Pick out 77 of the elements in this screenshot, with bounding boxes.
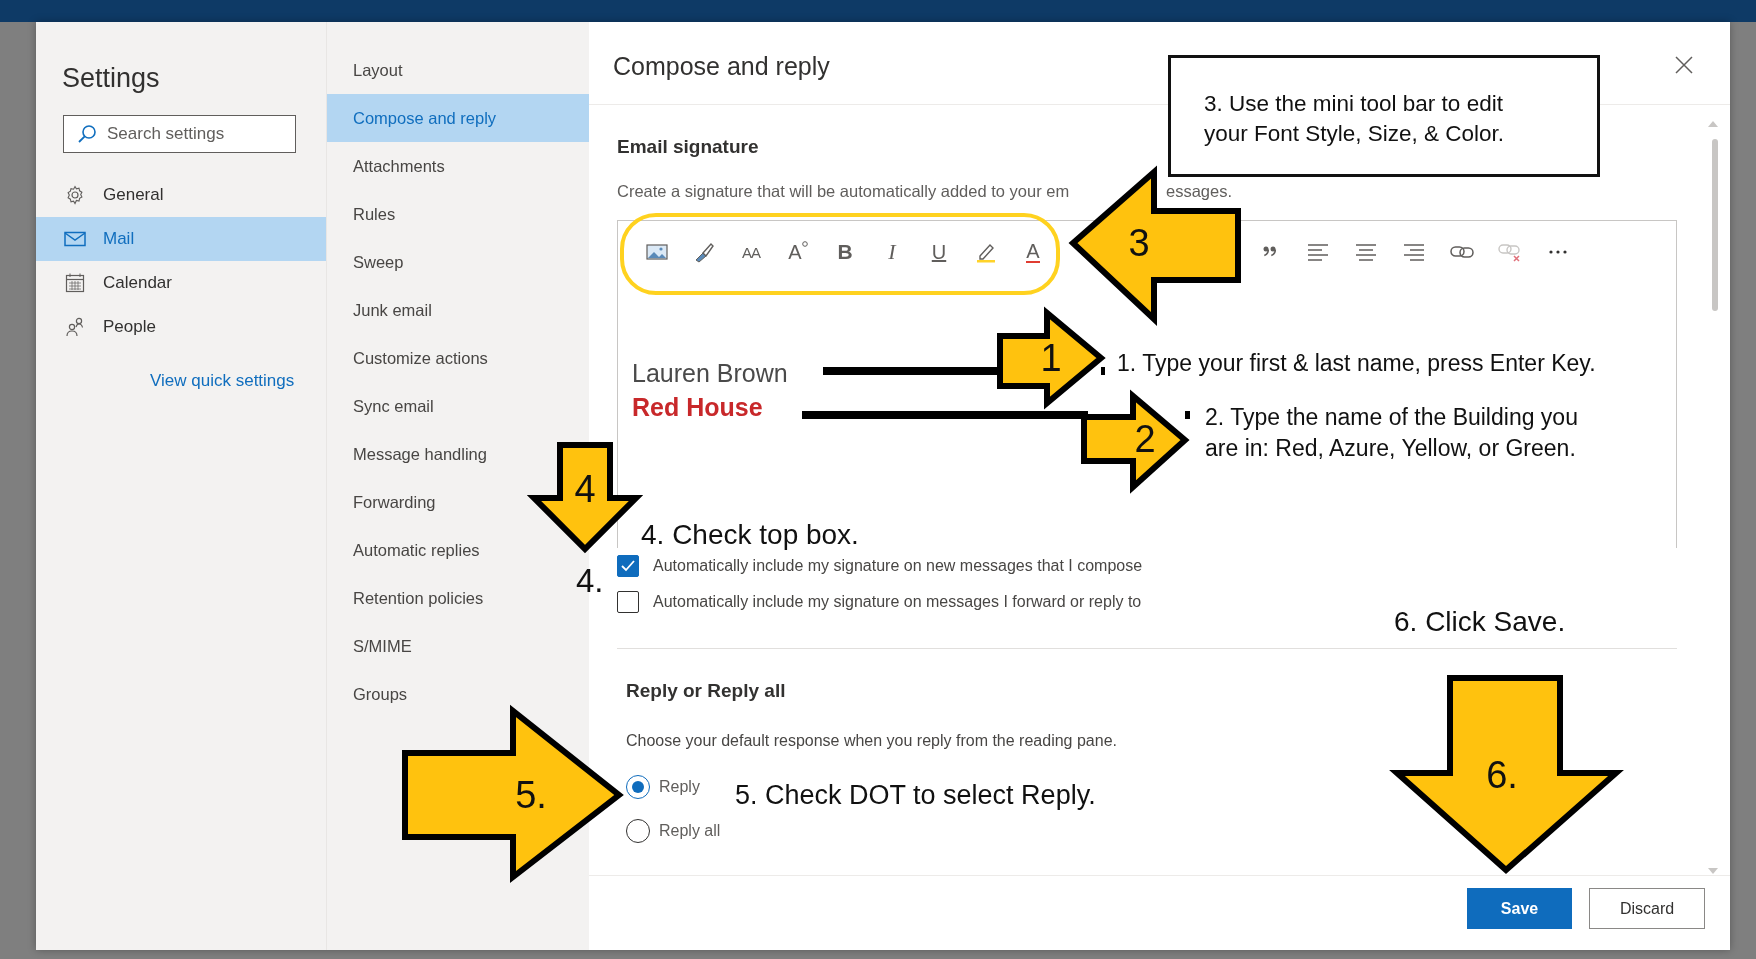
degree-icon <box>801 241 808 247</box>
signature-name: Lauren Brown <box>632 358 788 389</box>
people-icon <box>64 317 86 337</box>
radio-button[interactable] <box>626 819 650 843</box>
save-button[interactable]: Save <box>1467 888 1572 929</box>
checkbox[interactable] <box>617 591 639 613</box>
close-button[interactable] <box>1675 56 1693 74</box>
section-description: essages. <box>1165 181 1232 202</box>
underline-button[interactable]: U <box>925 238 953 266</box>
checkbox-label: Automatically include my signature on messages I forward or reply to <box>653 593 1142 611</box>
font-button[interactable]: AA <box>737 238 765 266</box>
instruction-note: 1. Type your first & last name, press Enter Key. <box>1117 349 1596 378</box>
radio-label: Reply <box>659 778 700 796</box>
instruction-note: 4. Check top box. <box>641 518 859 552</box>
radio-button[interactable] <box>626 775 650 799</box>
nav-item[interactable]: Calendar <box>36 261 326 305</box>
section-heading: Reply or Reply all <box>626 679 786 703</box>
subnav-item[interactable]: Attachments <box>327 142 455 190</box>
more-icon <box>1548 249 1568 255</box>
subnav-item[interactable]: Sweep <box>327 238 414 286</box>
checkbox-label: Automatically include my signature on new messages that I compose <box>653 557 1143 575</box>
step-number: 5. <box>515 775 547 815</box>
quick-settings-link[interactable]: View quick settings <box>150 371 295 390</box>
discard-button[interactable]: Discard <box>1589 888 1705 929</box>
align-left-icon <box>1307 243 1329 261</box>
step-number: 6. <box>1486 755 1518 795</box>
step-number: 4 <box>574 469 596 509</box>
subnav-item[interactable]: Message handling <box>327 430 497 478</box>
calendar-icon <box>64 273 86 293</box>
radio-label: Reply all <box>659 822 721 840</box>
checkbox[interactable] <box>617 555 639 577</box>
close-icon <box>1675 56 1693 74</box>
section-description: Create a signature that will be automatically added to your em <box>617 181 1070 202</box>
scroll-down-icon <box>1708 868 1718 874</box>
subnav-item[interactable]: Sync email <box>327 382 444 430</box>
scrollbar-thumb[interactable] <box>1712 139 1718 311</box>
subnav-item[interactable]: Groups <box>327 670 418 718</box>
italic-button[interactable]: I <box>878 238 906 266</box>
step-number: 3 <box>1128 223 1150 263</box>
search-icon <box>77 124 97 144</box>
step-number: 2 <box>1134 419 1156 459</box>
link-icon <box>1450 244 1474 260</box>
section-heading: Email signature <box>617 135 759 159</box>
subnav-item[interactable]: Retention policies <box>327 574 494 622</box>
instruction-note: 2. Type the name of the Building you are in: Red, Azure, Yellow, or Green. <box>1205 403 1578 463</box>
scroll-up-icon <box>1708 121 1718 127</box>
step-number: 4. <box>576 562 604 600</box>
unlink-icon <box>1498 242 1522 262</box>
callout-box: 3. Use the mini tool bar to edit your Font Style, Size, & Color. <box>1168 55 1600 177</box>
subnav-item[interactable]: Compose and reply <box>327 94 589 142</box>
picture-icon <box>646 243 668 261</box>
bold-button[interactable]: B <box>831 238 859 266</box>
subnav-item[interactable]: Forwarding <box>327 478 446 526</box>
subnav-item[interactable]: Automatic replies <box>327 526 490 574</box>
pane-title: Compose and reply <box>613 51 830 82</box>
step-number: 1 <box>1040 338 1062 378</box>
highlighter-icon <box>975 241 997 263</box>
checkmark-icon <box>621 560 635 572</box>
mail-icon <box>64 231 86 247</box>
brush-icon <box>693 241 715 263</box>
subnav-item[interactable]: Rules <box>327 190 406 238</box>
instruction-note: 5. Check DOT to select Reply. <box>735 779 1096 812</box>
subnav-item[interactable]: Junk email <box>327 286 442 334</box>
subnav-item[interactable]: S/MIME <box>327 622 422 670</box>
signature-building: Red House <box>632 392 763 423</box>
search-field[interactable]: Search settings <box>63 115 296 153</box>
align-center-icon <box>1355 243 1377 261</box>
nav-item[interactable]: People <box>36 305 326 349</box>
subnav-item[interactable]: Layout <box>327 46 413 94</box>
section-description: Choose your default response when you reply from the reading pane. <box>626 731 1118 751</box>
settings-title: Settings <box>61 62 160 95</box>
grow-font-button[interactable]: A <box>784 238 812 266</box>
instruction-note: 6. Click Save. <box>1394 605 1566 639</box>
nav-item[interactable]: General <box>36 173 326 217</box>
subnav-item[interactable]: Customize actions <box>327 334 498 382</box>
align-right-icon <box>1403 243 1425 261</box>
font-color-button[interactable]: A <box>1019 238 1047 266</box>
